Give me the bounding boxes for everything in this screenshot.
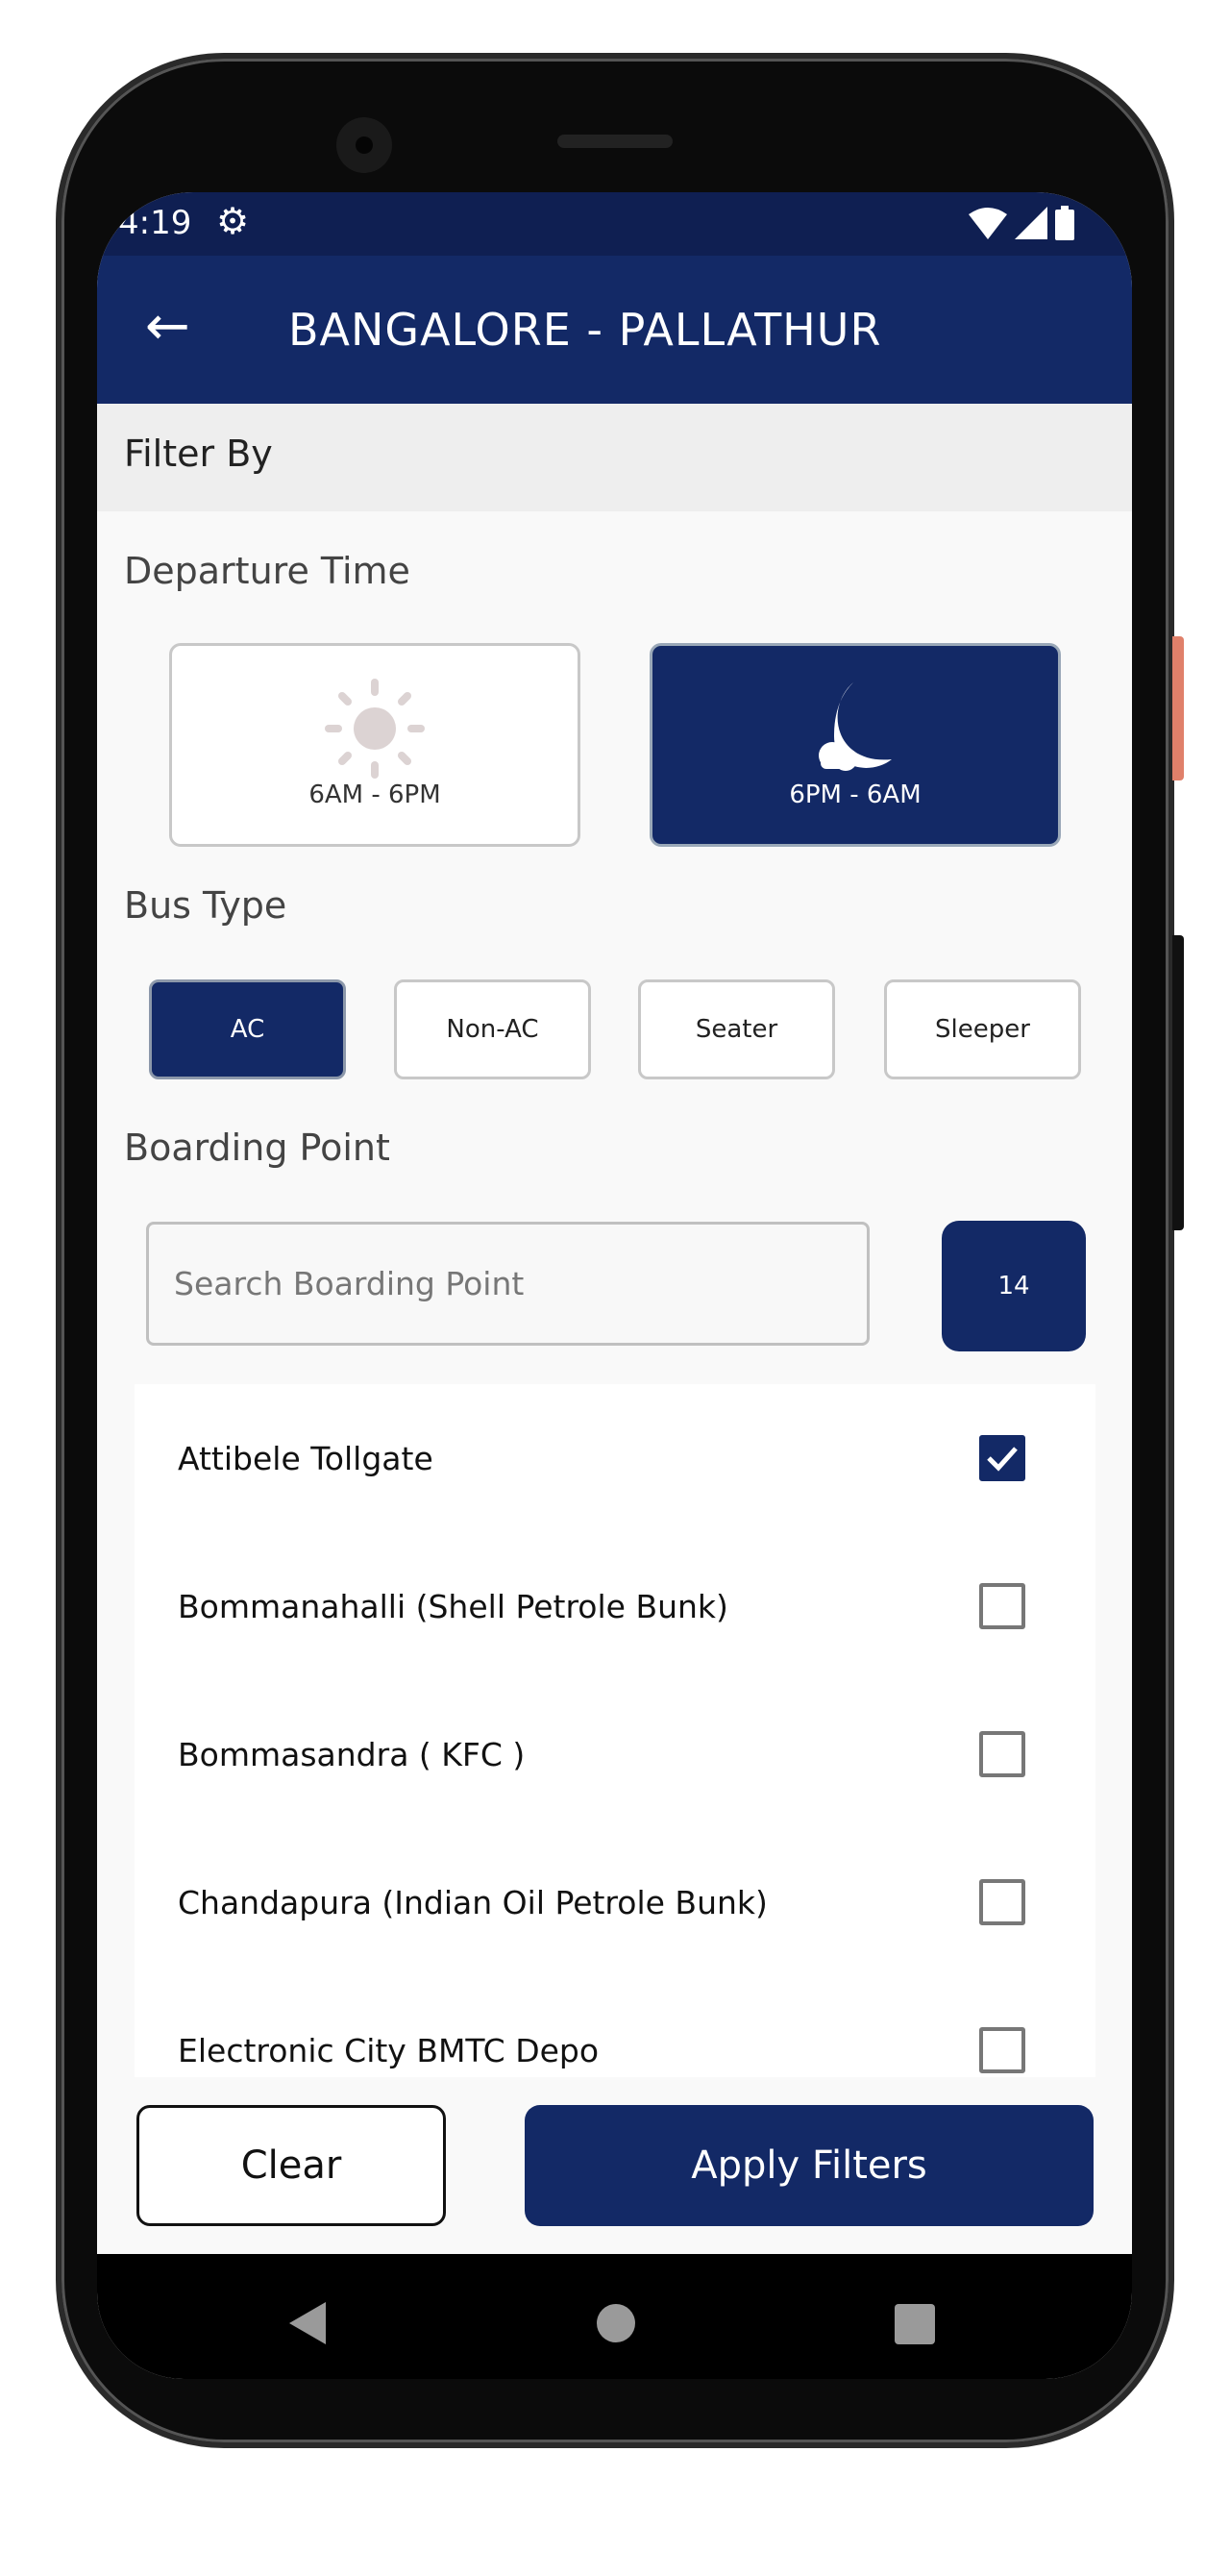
nav-recents-icon[interactable] — [895, 2304, 935, 2344]
boarding-point-search-input[interactable] — [146, 1222, 870, 1346]
departure-option-label: 6AM - 6PM — [308, 780, 441, 809]
list-item-label: Attibele Tollgate — [178, 1439, 433, 1477]
clear-button[interactable]: Clear — [136, 2105, 446, 2226]
checkbox[interactable] — [979, 1731, 1025, 1777]
bus-type-sleeper[interactable]: Sleeper — [884, 979, 1081, 1079]
arrow-left-icon[interactable]: ← — [145, 298, 190, 356]
front-camera — [336, 117, 392, 173]
check-icon — [987, 1447, 1018, 1472]
filter-header: Filter By — [97, 404, 1132, 511]
departure-option-night[interactable]: 6PM - 6AM — [650, 643, 1061, 847]
list-item-label: Bommasandra ( KFC ) — [178, 1735, 526, 1773]
boarding-point-count-badge: 14 — [942, 1221, 1086, 1351]
nav-back-icon[interactable] — [289, 2302, 326, 2344]
bus-type-seater[interactable]: Seater — [638, 979, 835, 1079]
status-bar: 4:19 ⚙ — [97, 192, 1132, 256]
power-button — [1172, 636, 1184, 780]
status-time: 4:19 — [118, 204, 192, 242]
list-item-label: Bommanahalli (Shell Petrole Bunk) — [178, 1587, 728, 1625]
page-title: BANGALORE - PALLATHUR — [288, 304, 882, 356]
departure-time-label: Departure Time — [124, 550, 410, 592]
screen: 4:19 ⚙ ← BANGALORE - PALLATHUR Filter By… — [97, 192, 1132, 2379]
signal-icon — [1015, 207, 1047, 239]
volume-button — [1172, 935, 1184, 1230]
nav-home-icon[interactable] — [597, 2304, 635, 2342]
battery-icon — [1055, 206, 1074, 240]
checkbox[interactable] — [979, 1879, 1025, 1925]
app-bar: ← BANGALORE - PALLATHUR — [97, 256, 1132, 404]
list-item-label: Electronic City BMTC Depo — [178, 2031, 600, 2069]
gear-icon: ⚙ — [216, 200, 250, 242]
moon-cloud-icon — [819, 682, 892, 771]
system-nav-bar — [97, 2254, 1132, 2379]
wifi-icon — [969, 208, 1007, 239]
departure-option-label: 6PM - 6AM — [789, 780, 922, 809]
bus-type-label: Bus Type — [124, 884, 287, 927]
list-item[interactable]: Attibele Tollgate — [135, 1384, 1095, 1532]
boarding-point-list[interactable]: Attibele Tollgate Bommanahalli (Shell Pe… — [135, 1384, 1095, 2077]
list-item[interactable]: Bommanahalli (Shell Petrole Bunk) — [135, 1532, 1095, 1680]
checkbox-checked[interactable] — [979, 1435, 1025, 1481]
list-item[interactable]: Bommasandra ( KFC ) — [135, 1680, 1095, 1828]
apply-filters-button[interactable]: Apply Filters — [525, 2105, 1094, 2226]
departure-option-day[interactable]: 6AM - 6PM — [169, 643, 580, 847]
checkbox[interactable] — [979, 1583, 1025, 1629]
list-item[interactable]: Chandapura (Indian Oil Petrole Bunk) — [135, 1828, 1095, 1976]
list-item[interactable]: Electronic City BMTC Depo — [135, 1976, 1095, 2077]
bus-type-non-ac[interactable]: Non-AC — [394, 979, 591, 1079]
bus-type-ac[interactable]: AC — [149, 979, 346, 1079]
sun-icon — [325, 679, 425, 779]
checkbox[interactable] — [979, 2027, 1025, 2073]
list-item-label: Chandapura (Indian Oil Petrole Bunk) — [178, 1883, 768, 1921]
boarding-point-label: Boarding Point — [124, 1127, 390, 1169]
earpiece-speaker — [557, 135, 673, 148]
